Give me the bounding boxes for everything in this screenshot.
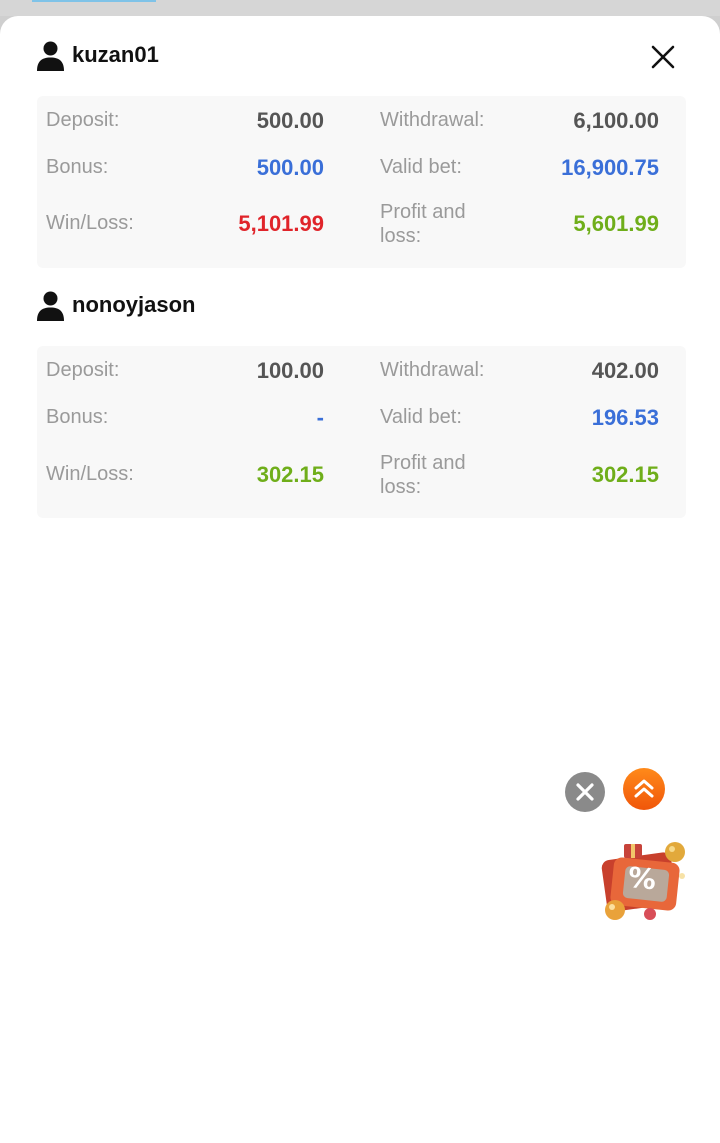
dismiss-floating-button[interactable] (565, 772, 605, 812)
valid-bet-value: 196.53 (591, 405, 659, 430)
withdrawal-value: 6,100.00 (573, 108, 659, 133)
winloss-label: Win/Loss: (46, 463, 134, 485)
user-name: kuzan01 (72, 42, 159, 67)
close-icon (651, 45, 675, 69)
deposit-label: Deposit: (46, 109, 120, 131)
bonus-value: - (316, 405, 324, 430)
double-chevron-up-icon (634, 779, 654, 798)
profit-label-line1: Profit and (380, 201, 466, 223)
winloss-label: Win/Loss: (46, 212, 134, 234)
promo-percent-badge: % (626, 860, 658, 897)
user-stats-card: Deposit: 500.00 Withdrawal: 6,100.00 Bon… (37, 96, 686, 268)
profit-label-line2: loss: (380, 476, 422, 498)
deposit-value: 500.00 (256, 108, 324, 133)
withdrawal-label: Withdrawal: (380, 359, 485, 381)
deposit-label: Deposit: (46, 359, 120, 381)
valid-bet-value: 16,900.75 (561, 155, 659, 180)
winloss-value: 302.15 (256, 462, 324, 487)
close-button[interactable] (646, 40, 680, 74)
user-header: kuzan01 (37, 38, 159, 72)
user-icon (37, 41, 64, 71)
background-page-strip (0, 0, 720, 16)
user-icon (37, 291, 64, 321)
user-name: nonoyjason (72, 292, 196, 317)
profit-value: 302.15 (591, 462, 659, 487)
promo-coupon-button[interactable]: % (590, 836, 700, 932)
valid-bet-label: Valid bet: (380, 406, 462, 428)
user-stats-card: Deposit: 100.00 Withdrawal: 402.00 Bonus… (37, 346, 686, 518)
bonus-label: Bonus: (46, 156, 109, 178)
tab-indicator (32, 0, 156, 2)
profit-value: 5,601.99 (573, 211, 659, 236)
valid-bet-label: Valid bet: (380, 156, 462, 178)
bonus-label: Bonus: (46, 406, 109, 428)
deposit-value: 100.00 (256, 358, 324, 383)
withdrawal-label: Withdrawal: (380, 109, 485, 131)
user-stats-modal: kuzan01 Deposit: 500.00 Withdrawal: 6,10… (0, 16, 720, 1143)
user-header: nonoyjason (37, 288, 195, 322)
winloss-value: 5,101.99 (238, 211, 324, 236)
profit-label-line1: Profit and (380, 452, 466, 474)
withdrawal-value: 402.00 (591, 358, 659, 383)
profit-label-line2: loss: (380, 225, 422, 247)
close-circle-icon (576, 783, 594, 801)
bonus-value: 500.00 (256, 155, 324, 180)
scroll-top-button[interactable] (623, 768, 665, 810)
